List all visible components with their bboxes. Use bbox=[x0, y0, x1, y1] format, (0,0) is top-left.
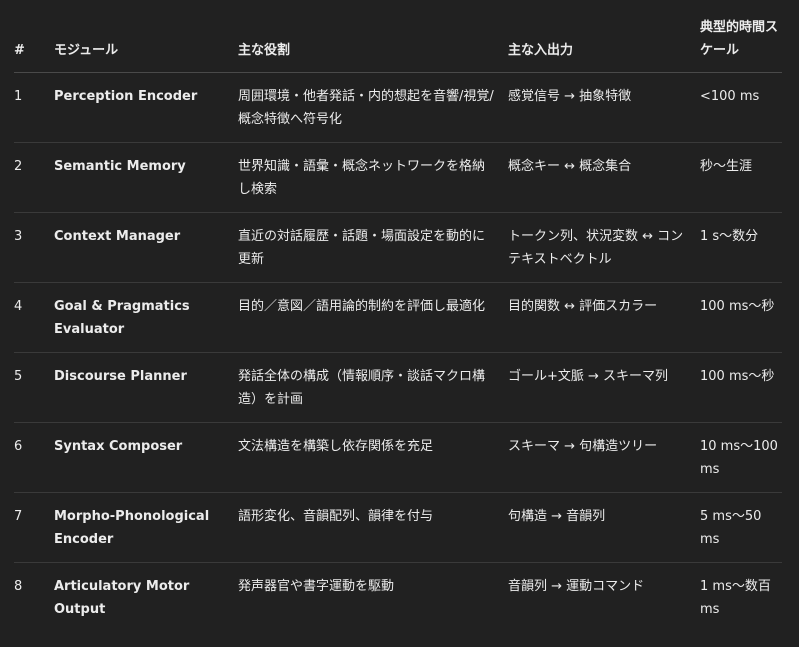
header-io: 主な入出力 bbox=[508, 0, 700, 73]
module-table: # モジュール 主な役割 主な入出力 典型的時間スケール 1 Perceptio… bbox=[14, 0, 782, 632]
row-role: 発話全体の構成（情報順序・談話マクロ構造）を計画 bbox=[238, 352, 508, 423]
row-role: 周囲環境・他者発話・内的想起を音響/視覚/概念特徴へ符号化 bbox=[238, 72, 508, 143]
table-row: 4 Goal & Pragmatics Evaluator 目的／意図／語用論的… bbox=[14, 282, 782, 353]
row-timescale: 10 ms〜100 ms bbox=[700, 422, 782, 493]
table-header: # モジュール 主な役割 主な入出力 典型的時間スケール bbox=[14, 0, 782, 73]
row-timescale: <100 ms bbox=[700, 72, 782, 143]
row-io: 音韻列 → 運動コマンド bbox=[508, 578, 645, 594]
row-io: 概念キー ↔ 概念集合 bbox=[508, 142, 700, 213]
row-timescale: 100 ms〜秒 bbox=[700, 282, 782, 353]
row-role: 発声器官や書字運動を駆動 bbox=[238, 578, 395, 594]
row-role: 直近の対話履歴・話題・場面設定を動的に更新 bbox=[238, 212, 508, 283]
row-num: 3 bbox=[14, 212, 54, 283]
row-io: 目的関数 ↔ 評価スカラー bbox=[508, 282, 700, 353]
row-io: 句構造 → 音韻列 bbox=[508, 492, 700, 563]
row-num: 1 bbox=[14, 72, 54, 143]
module-table-container: # モジュール 主な役割 主な入出力 典型的時間スケール 1 Perceptio… bbox=[14, 0, 782, 632]
row-io: スキーマ → 句構造ツリー bbox=[508, 422, 700, 493]
row-module: Articulatory Motor Output bbox=[54, 578, 190, 617]
row-role: 目的／意図／語用論的制約を評価し最適化 bbox=[238, 282, 508, 353]
row-module: Perception Encoder bbox=[54, 72, 238, 143]
row-timescale: 100 ms〜秒 bbox=[700, 352, 782, 423]
table-row: 8 Articulatory Motor Output 発声器官や書字運動を駆動… bbox=[14, 562, 782, 632]
row-num: 6 bbox=[14, 422, 54, 493]
table-row: 1 Perception Encoder 周囲環境・他者発話・内的想起を音響/視… bbox=[14, 72, 782, 143]
header-num: # bbox=[14, 0, 54, 73]
table-row: 6 Syntax Composer 文法構造を構築し依存関係を充足 スキーマ →… bbox=[14, 422, 782, 493]
row-num: 4 bbox=[14, 282, 54, 353]
header-role: 主な役割 bbox=[238, 0, 508, 73]
table-row: 3 Context Manager 直近の対話履歴・話題・場面設定を動的に更新 … bbox=[14, 212, 782, 283]
row-num: 8 bbox=[14, 578, 23, 594]
row-module: Goal & Pragmatics Evaluator bbox=[54, 282, 238, 353]
row-module: Semantic Memory bbox=[54, 142, 238, 213]
row-num: 2 bbox=[14, 142, 54, 213]
row-io: トークン列、状況変数 ↔ コンテキストベクトル bbox=[508, 212, 700, 283]
header-timescale: 典型的時間スケール bbox=[700, 0, 782, 73]
row-module: Context Manager bbox=[54, 212, 238, 283]
row-num: 7 bbox=[14, 492, 54, 563]
row-timescale: 1 s〜数分 bbox=[700, 212, 782, 283]
header-row: # モジュール 主な役割 主な入出力 典型的時間スケール bbox=[14, 0, 782, 73]
row-role: 文法構造を構築し依存関係を充足 bbox=[238, 422, 508, 493]
table-row: 7 Morpho-Phonological Encoder 語形変化、音韻配列、… bbox=[14, 492, 782, 563]
row-io: 感覚信号 → 抽象特徴 bbox=[508, 72, 700, 143]
row-timescale: 秒〜生涯 bbox=[700, 142, 782, 213]
row-module: Morpho-Phonological Encoder bbox=[54, 492, 238, 563]
row-role: 世界知識・語彙・概念ネットワークを格納し検索 bbox=[238, 142, 508, 213]
table-body: 1 Perception Encoder 周囲環境・他者発話・内的想起を音響/視… bbox=[14, 72, 782, 632]
row-timescale: 1 ms〜数百 ms bbox=[700, 578, 771, 617]
row-module: Discourse Planner bbox=[54, 352, 238, 423]
row-module: Syntax Composer bbox=[54, 422, 238, 493]
row-timescale: 5 ms〜50 ms bbox=[700, 492, 782, 563]
table-row: 5 Discourse Planner 発話全体の構成（情報順序・談話マクロ構造… bbox=[14, 352, 782, 423]
row-num: 5 bbox=[14, 352, 54, 423]
row-io: ゴール+文脈 → スキーマ列 bbox=[508, 352, 700, 423]
table-row: 2 Semantic Memory 世界知識・語彙・概念ネットワークを格納し検索… bbox=[14, 142, 782, 213]
header-module: モジュール bbox=[54, 0, 238, 73]
row-role: 語形変化、音韻配列、韻律を付与 bbox=[238, 492, 508, 563]
